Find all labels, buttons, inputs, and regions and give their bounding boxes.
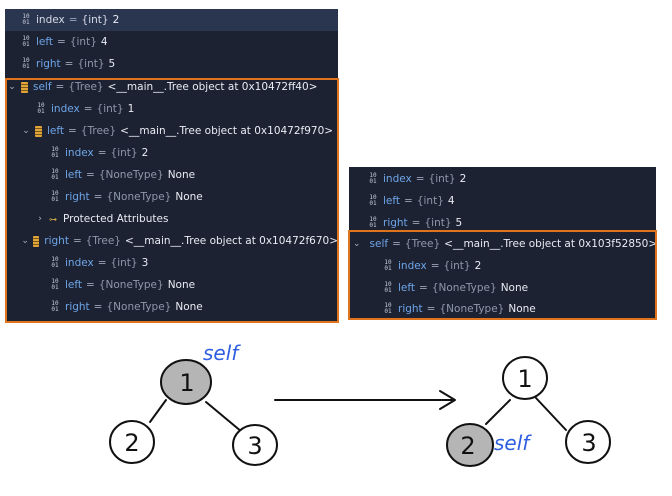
edge-line	[205, 401, 243, 433]
var-name: right	[383, 217, 408, 229]
left-label: 2	[460, 432, 475, 460]
var-type: {int}	[416, 195, 444, 207]
var-row-index[interactable]: 10 01 index = {int} 2	[349, 168, 656, 190]
highlight-box-right	[348, 230, 657, 320]
equals-sign: =	[404, 195, 413, 207]
self-pointer-label: self	[494, 431, 532, 455]
equals-sign: =	[64, 58, 74, 70]
int-icon: 10 01	[369, 216, 377, 229]
edge-line	[535, 397, 567, 431]
equals-sign: =	[415, 173, 425, 185]
root-label: 1	[179, 369, 194, 397]
var-value: 4	[447, 195, 455, 207]
var-name: left	[36, 36, 54, 48]
edge-line	[149, 399, 167, 423]
right-label: 3	[581, 429, 596, 457]
var-value: 2	[112, 14, 120, 26]
tree-diagram: 1 2 3 1 2 3 self self	[109, 341, 611, 467]
int-icon: 10 01	[22, 13, 30, 26]
var-value: 4	[100, 36, 108, 48]
var-value: 5	[455, 217, 463, 229]
root-label: 1	[517, 365, 532, 393]
var-row-index[interactable]: 10 01 index = {int} 2	[5, 9, 338, 31]
int-icon: 10 01	[22, 57, 30, 70]
var-type: {int}	[77, 58, 105, 70]
var-row-left[interactable]: 10 01 left = {int} 4	[5, 31, 338, 53]
int-icon: 10 01	[369, 194, 377, 207]
var-type: {int}	[424, 217, 452, 229]
self-pointer-label: self	[203, 341, 241, 365]
equals-sign: =	[411, 217, 421, 229]
right-label: 3	[247, 432, 262, 460]
equals-sign: =	[68, 14, 78, 26]
var-value: 2	[459, 173, 467, 185]
int-icon: 10 01	[22, 35, 30, 48]
var-type: {int}	[428, 173, 456, 185]
equals-sign: =	[57, 36, 66, 48]
highlight-box-left	[5, 78, 339, 323]
var-name: index	[36, 14, 65, 26]
var-row-left[interactable]: 10 01 left = {int} 4	[349, 190, 656, 212]
var-type: {int}	[69, 36, 97, 48]
int-icon: 10 01	[369, 172, 377, 185]
var-name: index	[383, 173, 412, 185]
var-row-right[interactable]: 10 01 right = {int} 5	[5, 53, 338, 75]
var-value: 5	[108, 58, 116, 70]
var-name: left	[383, 195, 401, 207]
edge-line	[485, 399, 511, 425]
var-type: {int}	[81, 14, 109, 26]
var-name: right	[36, 58, 61, 70]
left-label: 2	[124, 429, 139, 457]
